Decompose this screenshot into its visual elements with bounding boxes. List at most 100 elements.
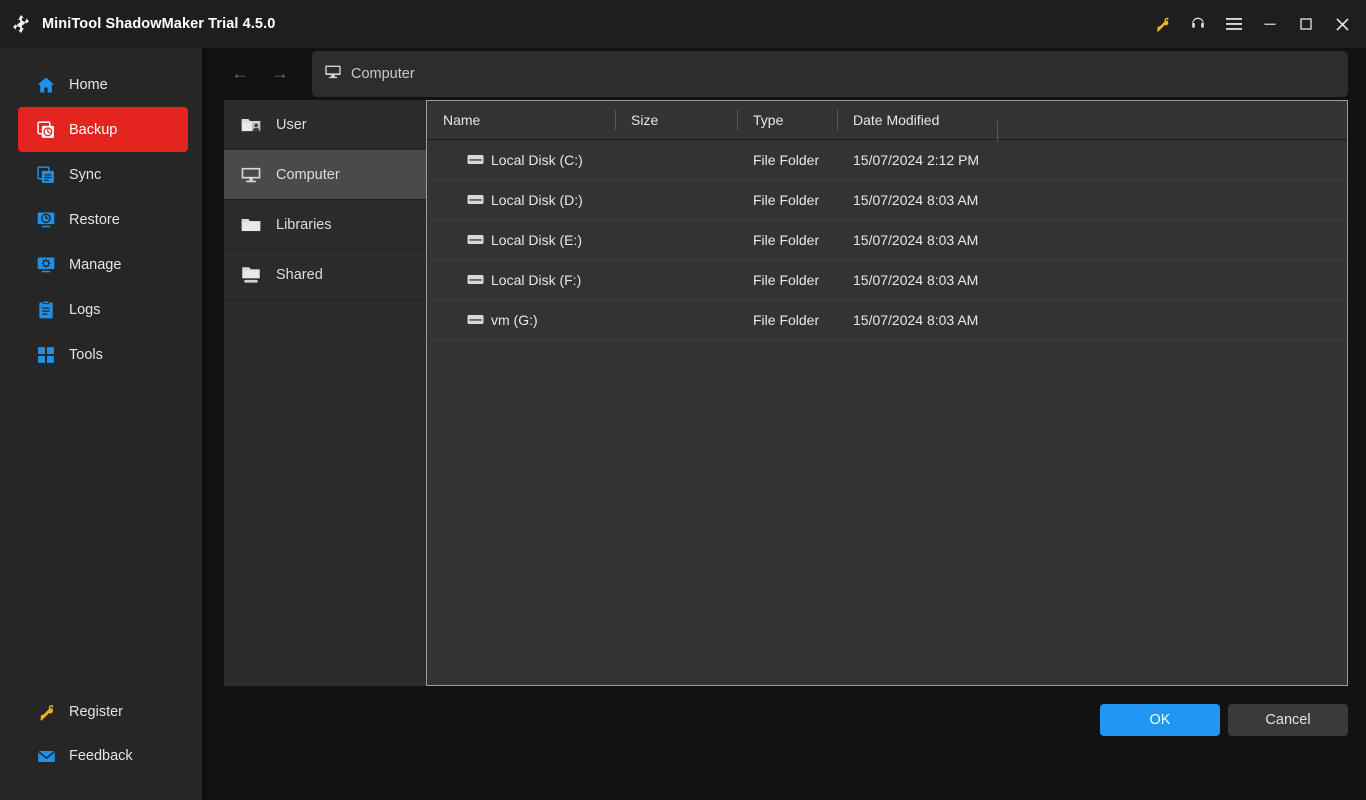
home-icon (36, 75, 56, 95)
column-header-type[interactable]: Type (737, 109, 837, 131)
title-bar: MiniTool ShadowMaker Trial 4.5.0 (0, 0, 1366, 48)
address-bar-value: Computer (351, 66, 415, 82)
sidebar-item-register[interactable]: Register (18, 690, 188, 734)
maximize-icon[interactable] (1288, 0, 1324, 48)
manage-icon (36, 255, 56, 275)
table-row[interactable]: Local Disk (E:) File Folder 15/07/2024 8… (427, 220, 1347, 260)
column-header-date-modified[interactable]: Date Modified (837, 109, 997, 131)
file-name-text: Local Disk (D:) (491, 191, 583, 208)
navigation-bar: ← → Computer (206, 48, 1366, 100)
file-name-text: vm (G:) (491, 311, 538, 328)
sidebar-item-manage[interactable]: Manage (18, 242, 188, 287)
drive-icon (467, 273, 484, 286)
sidebar-item-restore[interactable]: Restore (18, 197, 188, 242)
table-row[interactable]: Local Disk (C:) File Folder 15/07/2024 2… (427, 140, 1347, 180)
file-list-header: Name Size Type Date Modified (427, 101, 1347, 141)
tree-item-label: User (276, 116, 307, 133)
tree-item-label: Libraries (276, 216, 332, 233)
sidebar-item-label: Backup (69, 121, 118, 138)
file-name-text: Local Disk (F:) (491, 271, 582, 288)
sidebar-item-label: Home (69, 76, 108, 93)
location-tree: User Computer Libraries Shared (224, 100, 426, 686)
arrow-left-icon[interactable]: ← (220, 56, 260, 92)
tree-item-shared[interactable]: Shared (224, 250, 426, 300)
file-date-cell: 15/07/2024 8:03 AM (853, 191, 979, 208)
monitor-icon (324, 63, 342, 86)
tree-item-label: Computer (276, 166, 340, 183)
sidebar-item-sync[interactable]: Sync (18, 152, 188, 197)
table-row[interactable]: Local Disk (D:) File Folder 15/07/2024 8… (427, 180, 1347, 220)
table-row[interactable]: Local Disk (F:) File Folder 15/07/2024 8… (427, 260, 1347, 300)
file-date-cell: 15/07/2024 2:12 PM (853, 151, 980, 168)
hamburger-icon[interactable] (1216, 0, 1252, 48)
file-type-cell: File Folder (753, 191, 820, 208)
close-icon[interactable] (1324, 0, 1360, 48)
sync-icon (36, 165, 56, 185)
drive-icon (467, 313, 484, 326)
restore-icon (36, 210, 56, 230)
sidebar-item-feedback[interactable]: Feedback (18, 734, 188, 778)
sidebar-nav-list: Home Backup Sync Restore Manage Logs Too… (0, 62, 202, 377)
file-date-cell: 15/07/2024 8:03 AM (853, 231, 979, 248)
sidebar-bottom-list: Register Feedback (0, 690, 202, 800)
file-date-cell: 15/07/2024 8:03 AM (853, 271, 979, 288)
body: Home Backup Sync Restore Manage Logs Too… (0, 48, 1366, 800)
drive-icon (467, 153, 484, 166)
table-row[interactable]: vm (G:) File Folder 15/07/2024 8:03 AM (427, 300, 1347, 340)
logs-icon (36, 300, 56, 320)
sidebar: Home Backup Sync Restore Manage Logs Too… (0, 48, 202, 800)
column-header-size[interactable]: Size (615, 109, 737, 131)
content-area: ← → Computer User Computer Libraries Sha… (206, 48, 1366, 800)
sidebar-item-label: Manage (69, 256, 122, 273)
file-name-text: Local Disk (E:) (491, 231, 583, 248)
column-header-name[interactable]: Name (427, 109, 615, 131)
file-browser: User Computer Libraries Shared Name Size… (224, 100, 1348, 686)
app-window: MiniTool ShadowMaker Trial 4.5.0 Home Ba… (0, 0, 1366, 800)
file-type-cell: File Folder (753, 151, 820, 168)
sidebar-item-tools[interactable]: Tools (18, 332, 188, 377)
shared-folder-icon (240, 264, 262, 286)
minimize-icon[interactable] (1252, 0, 1288, 48)
file-name-cell: Local Disk (E:) (427, 232, 615, 248)
folder-user-icon (240, 114, 262, 136)
file-type-cell: File Folder (753, 231, 820, 248)
headset-icon[interactable] (1180, 0, 1216, 48)
sidebar-item-label: Logs (69, 301, 101, 318)
address-bar[interactable]: Computer (312, 51, 1348, 97)
app-title: MiniTool ShadowMaker Trial 4.5.0 (42, 16, 276, 32)
file-date-cell: 15/07/2024 8:03 AM (853, 311, 979, 328)
cancel-button[interactable]: Cancel (1228, 703, 1348, 736)
file-type-cell: File Folder (753, 271, 820, 288)
envelope-icon (36, 746, 56, 766)
drive-icon (467, 193, 484, 206)
title-bar-left: MiniTool ShadowMaker Trial 4.5.0 (0, 13, 275, 35)
folder-icon (240, 214, 262, 236)
sidebar-item-label: Restore (69, 211, 120, 228)
monitor-icon (240, 164, 262, 186)
sidebar-item-label: Feedback (69, 748, 133, 764)
file-list: Name Size Type Date Modified Local Disk … (426, 100, 1348, 686)
file-name-text: Local Disk (C:) (491, 151, 583, 168)
tree-item-label: Shared (276, 266, 323, 283)
key-icon[interactable] (1144, 0, 1180, 48)
sidebar-item-label: Tools (69, 346, 103, 363)
arrow-right-icon[interactable]: → (260, 56, 300, 92)
sidebar-item-home[interactable]: Home (18, 62, 188, 107)
file-list-body: Local Disk (C:) File Folder 15/07/2024 2… (427, 140, 1347, 685)
backup-icon (36, 120, 56, 140)
sidebar-item-label: Register (69, 704, 123, 720)
tree-item-computer[interactable]: Computer (224, 150, 426, 200)
drive-icon (467, 233, 484, 246)
ok-button[interactable]: OK (1100, 703, 1220, 736)
key-icon (36, 702, 56, 722)
file-name-cell: Local Disk (C:) (427, 152, 615, 168)
dialog-footer: OK Cancel (206, 686, 1366, 791)
sidebar-item-backup[interactable]: Backup (18, 107, 188, 152)
tree-item-libraries[interactable]: Libraries (224, 200, 426, 250)
refresh-circular-arrows-logo (10, 13, 32, 35)
file-name-cell: Local Disk (F:) (427, 272, 615, 288)
sidebar-item-logs[interactable]: Logs (18, 287, 188, 332)
tree-item-user[interactable]: User (224, 100, 426, 150)
file-type-cell: File Folder (753, 311, 820, 328)
sidebar-item-label: Sync (69, 166, 102, 183)
